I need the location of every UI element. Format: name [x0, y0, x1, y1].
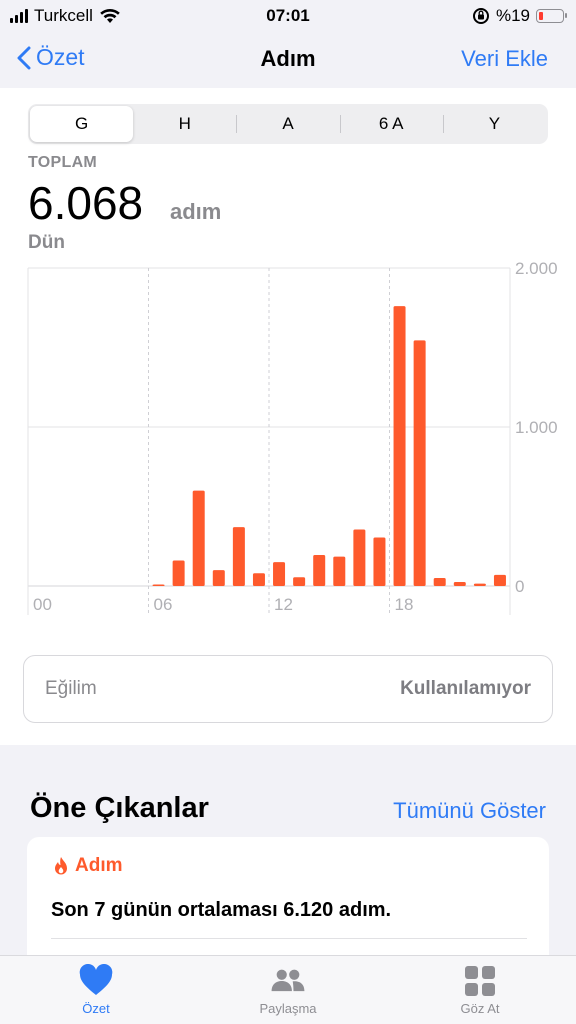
total-steps-unit: adım: [170, 199, 222, 224]
highlights-title: Öne Çıkanlar: [30, 792, 209, 824]
status-right: %19: [472, 6, 567, 26]
bar-hour-16: [353, 529, 366, 586]
total-date: Dün: [28, 232, 65, 253]
bar-hour-23: [493, 574, 506, 586]
tab-browse[interactable]: Göz At: [384, 956, 576, 1024]
navigation-bar: Özet Adım Veri Ekle: [0, 30, 576, 88]
tab-browse-label: Göz At: [460, 1001, 500, 1016]
x-tick-label: 18: [395, 595, 414, 614]
heart-icon: [79, 964, 113, 995]
status-bar: Turkcell 07:01 %19: [0, 0, 576, 30]
bar-hour-19: [413, 340, 426, 586]
bar-hour-22: [473, 583, 486, 586]
steps-detail-panel: G H A 6 A Y TOPLAM 6.068 adım Dün 2.000 1…: [0, 88, 576, 745]
divider: [51, 938, 527, 939]
tab-sharing[interactable]: Paylaşma: [192, 956, 384, 1024]
trend-label: Eğilim: [45, 678, 97, 699]
segment-week[interactable]: H: [133, 106, 236, 142]
bar-hour-11: [252, 573, 265, 586]
bar-hour-10: [232, 527, 245, 586]
orientation-lock-icon: [472, 8, 489, 24]
tab-sharing-label: Paylaşma: [259, 1001, 317, 1016]
battery-percentage: %19: [495, 6, 530, 25]
bar-hour-14: [313, 554, 326, 586]
trend-value: Kullanılamıyor: [400, 678, 531, 699]
x-tick-label: 12: [274, 595, 293, 614]
highlight-category-label: Adım: [75, 855, 123, 876]
people-icon: [271, 969, 305, 992]
bar-hour-18: [393, 306, 406, 586]
highlight-text: Son 7 günün ortalaması 6.120 adım.: [51, 899, 392, 921]
bar-hour-12: [273, 562, 286, 586]
bar-hour-9: [212, 570, 225, 586]
show-all-link[interactable]: Tümünü Göster: [393, 798, 546, 824]
x-tick-label: 06: [154, 595, 173, 614]
bar-hour-13: [293, 577, 306, 586]
hourly-steps-chart[interactable]: 2.0001.000000 06 12 18: [0, 258, 576, 628]
bar-hour-20: [433, 578, 446, 586]
bar-hour-6: [152, 584, 165, 586]
tab-summary-label: Özet: [82, 1001, 110, 1016]
battery-icon: [536, 9, 567, 23]
tab-summary[interactable]: Özet: [0, 956, 192, 1024]
y-tick-label: 0: [515, 577, 524, 596]
bar-hour-7: [172, 560, 185, 586]
bar-hour-21: [453, 582, 466, 586]
grid-icon: [465, 966, 495, 996]
total-steps-value: 6.068: [28, 177, 144, 229]
bar-hour-8: [192, 490, 205, 586]
y-tick-label: 1.000: [515, 418, 558, 437]
segment-year[interactable]: Y: [442, 106, 546, 142]
total-label: TOPLAM: [28, 154, 98, 171]
x-tick-label: 00: [33, 595, 52, 614]
flame-icon: [55, 857, 67, 875]
segment-month[interactable]: A: [236, 106, 339, 142]
highlight-category: Adım: [53, 855, 123, 877]
bar-hour-17: [373, 537, 386, 586]
time-range-segmented-control: G H A 6 A Y: [28, 104, 548, 144]
segment-day[interactable]: G: [30, 106, 134, 142]
bar-hour-15: [333, 556, 346, 586]
trend-row[interactable]: Eğilim Kullanılamıyor: [23, 655, 553, 723]
battery-level: [539, 12, 543, 20]
y-tick-label: 2.000: [515, 259, 558, 278]
segment-six-months[interactable]: 6 A: [339, 106, 443, 142]
tab-bar: Özet Paylaşma Göz At: [0, 955, 576, 1024]
add-data-button[interactable]: Veri Ekle: [461, 46, 548, 72]
